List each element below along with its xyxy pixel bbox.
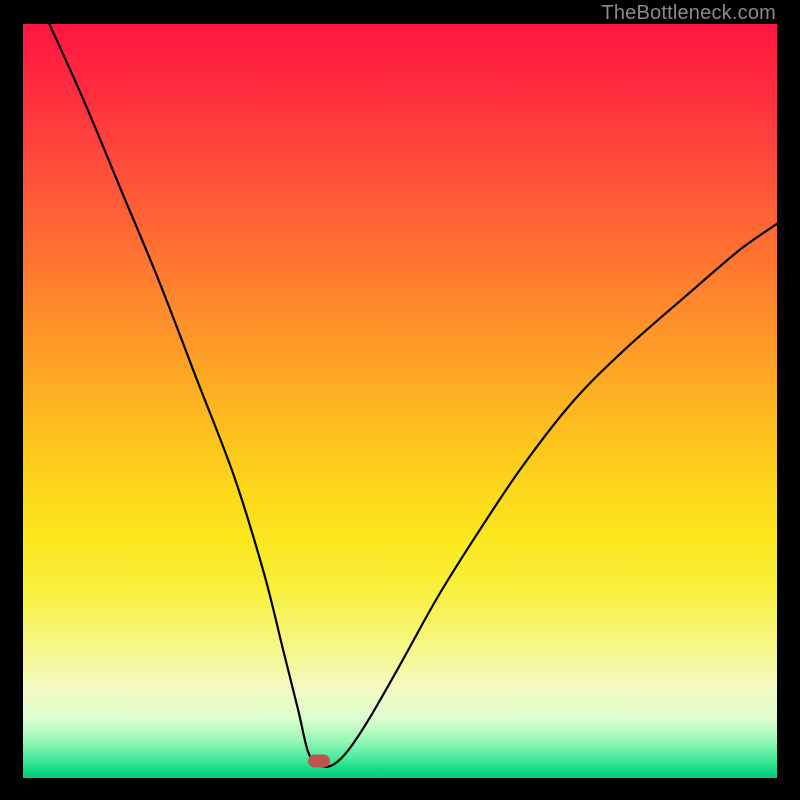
chart-area: [23, 24, 777, 778]
curve-svg: [23, 24, 777, 778]
bottleneck-curve: [49, 24, 777, 767]
watermark-text: TheBottleneck.com: [601, 2, 776, 25]
optimal-point-marker: [308, 755, 330, 768]
